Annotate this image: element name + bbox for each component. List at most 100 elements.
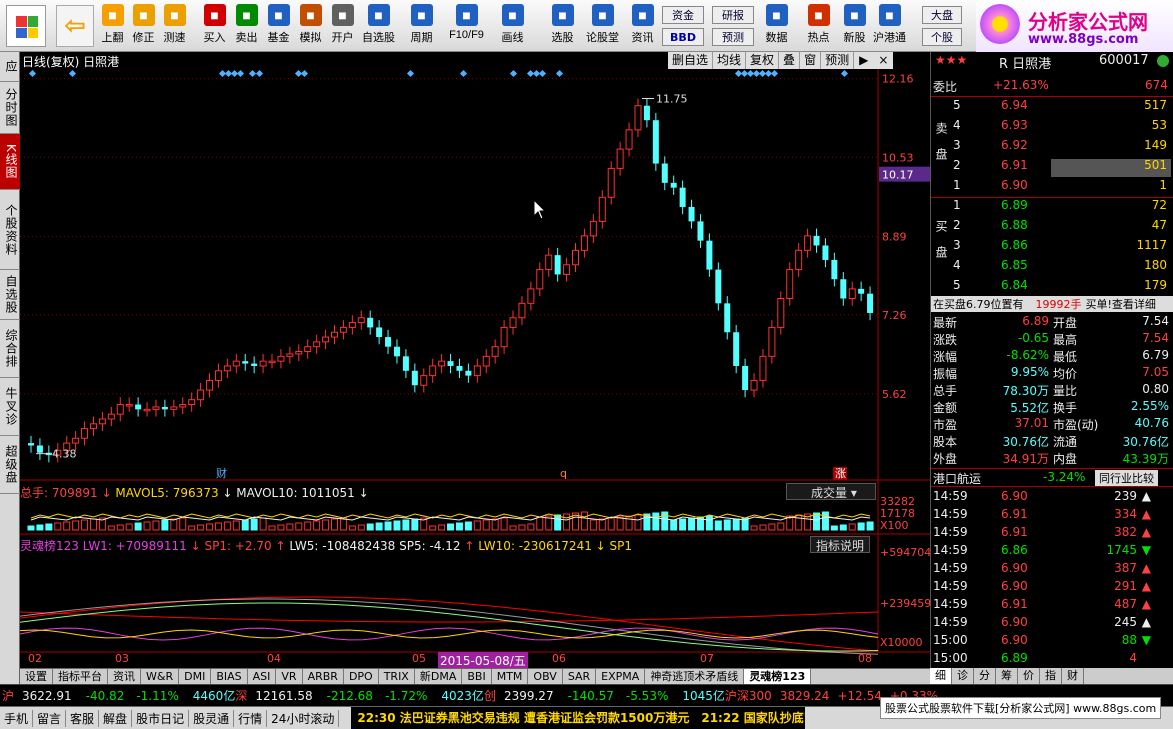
- indicator-tab[interactable]: 神奇逃顶术矛盾线: [645, 669, 745, 684]
- toolbar-star-button[interactable]: ■ 自选股: [362, 4, 395, 50]
- chart-btn-2[interactable]: 复权: [746, 52, 780, 69]
- toolbar-clock-button[interactable]: ■ 测速: [158, 4, 191, 50]
- nav-1[interactable]: 分时图: [0, 82, 20, 134]
- right-tab[interactable]: 财: [1062, 668, 1084, 684]
- single-stock-button[interactable]: 个股: [922, 28, 962, 46]
- indicator-tab[interactable]: VR: [276, 669, 303, 684]
- indicator-tab[interactable]: 灵魂榜123: [744, 669, 812, 684]
- indicator-tab[interactable]: DPO: [344, 669, 379, 684]
- indicator-explain-button[interactable]: 指标说明: [810, 536, 870, 553]
- sell-price[interactable]: 6.92: [1001, 138, 1028, 152]
- indicator-tab[interactable]: SAR: [563, 669, 597, 684]
- toolbar-buy-button[interactable]: ■ 买入: [198, 4, 231, 50]
- right-tab[interactable]: 细: [930, 668, 952, 684]
- right-tab[interactable]: 分: [974, 668, 996, 684]
- nav-2[interactable]: K线图: [0, 134, 20, 190]
- right-tab[interactable]: 价: [1018, 668, 1040, 684]
- toolbar-fund-button[interactable]: ■ 基金: [262, 4, 295, 50]
- toolbar-sell-button[interactable]: ■ 卖出: [230, 4, 263, 50]
- toolbar-lock-button[interactable]: ■ 开户: [326, 4, 359, 50]
- indicator-tab[interactable]: W&R: [141, 669, 180, 684]
- sector-name[interactable]: 港口航运: [933, 470, 981, 487]
- indicator-tab[interactable]: 设置: [20, 669, 53, 684]
- indicator-tab[interactable]: ASI: [248, 669, 277, 684]
- status-link[interactable]: 行情: [234, 709, 268, 727]
- toolbar-gavel-button[interactable]: ■ 模拟: [294, 4, 327, 50]
- bbd-button[interactable]: BBD: [662, 28, 704, 46]
- fund-button[interactable]: 资金: [662, 6, 704, 24]
- right-tab[interactable]: 诊: [952, 668, 974, 684]
- chart-btn-3[interactable]: 叠: [779, 52, 801, 69]
- right-tab[interactable]: 筹: [996, 668, 1018, 684]
- chart-btn-5[interactable]: 预测: [821, 52, 855, 69]
- status-link[interactable]: 解盘: [99, 709, 133, 727]
- start-button[interactable]: [6, 5, 46, 47]
- status-link[interactable]: 24小时滚动: [267, 709, 340, 727]
- toolbar-refresh-button[interactable]: ■ 修正: [127, 4, 160, 50]
- toolbar-info-button[interactable]: ■ 资讯: [626, 4, 659, 50]
- hs300-index[interactable]: 3829.24: [780, 689, 830, 703]
- indicator-tab[interactable]: TRIX: [379, 669, 415, 684]
- buy-price[interactable]: 6.88: [1001, 218, 1028, 232]
- indicator-tab[interactable]: DMI: [179, 669, 212, 684]
- ad-banner[interactable]: 股票公式股票软件下载[分析家公式网] www.88gs.com: [880, 697, 1162, 719]
- toolbar-fire-button[interactable]: ■ 热点: [802, 4, 835, 50]
- indicator-tab[interactable]: EXPMA: [596, 669, 646, 684]
- kline-chart[interactable]: 12.16 10.53 10.17 8.89 7.26 5.62 11.75 4.38 财 q 涨 3…: [20, 52, 930, 669]
- back-button[interactable]: ⇦: [56, 5, 94, 47]
- buy-price[interactable]: 6.89: [1001, 198, 1028, 212]
- indicator-tab[interactable]: 指标平台: [53, 669, 108, 684]
- toolbar-period-button[interactable]: ■ 周期: [405, 4, 438, 50]
- indicator-tab[interactable]: 资讯: [108, 669, 141, 684]
- toolbar-f10-button[interactable]: ■ F10/F9: [449, 4, 484, 50]
- toolbar-pen-button[interactable]: ■ 画线: [496, 4, 529, 50]
- close-icon[interactable]: ×: [873, 52, 893, 69]
- indicator-tab[interactable]: ARBR: [303, 669, 344, 684]
- indicator-tab[interactable]: OBV: [528, 669, 563, 684]
- market-button[interactable]: 大盘: [922, 6, 962, 24]
- toolbar-newstock-button[interactable]: ■ 新股: [838, 4, 871, 50]
- sell-price[interactable]: 6.94: [1001, 98, 1028, 112]
- nav-6[interactable]: 牛叉诊股: [0, 378, 20, 436]
- news-ticker-2[interactable]: 21:22 国家队抄底"7: [695, 707, 806, 729]
- chart-btn-4[interactable]: 窗: [800, 52, 822, 69]
- sell-price[interactable]: 6.91: [1001, 158, 1028, 172]
- toolbar-forum-button[interactable]: ■ 论股堂: [586, 4, 619, 50]
- toolbar-hk-button[interactable]: ■ 沪港通: [873, 4, 906, 50]
- order-notice[interactable]: 在买盘6.79位置有 19992手 买单!查看详细: [931, 296, 1173, 312]
- forecast-button[interactable]: 预测: [712, 28, 754, 46]
- nav-3[interactable]: 个股资料: [0, 190, 20, 270]
- nav-0[interactable]: 应用: [0, 52, 20, 82]
- nav-5[interactable]: 综合排名: [0, 320, 20, 378]
- status-link[interactable]: 股市日记: [132, 709, 190, 727]
- compare-button[interactable]: 同行业比较: [1095, 470, 1158, 486]
- indicator-tab[interactable]: MTM: [492, 669, 529, 684]
- cy-index[interactable]: 2399.27: [504, 689, 554, 703]
- indicator-tab[interactable]: BBI: [462, 669, 492, 684]
- toolbar-select-button[interactable]: ■ 选股: [546, 4, 579, 50]
- buy-price[interactable]: 6.86: [1001, 238, 1028, 252]
- news-ticker-1[interactable]: 22:30 法巴证券黑池交易违规 遭香港证监会罚款1500万港元: [351, 707, 696, 729]
- research-button[interactable]: 研报: [712, 6, 754, 24]
- sell-price[interactable]: 6.93: [1001, 118, 1028, 132]
- status-link[interactable]: 手机: [0, 709, 34, 727]
- status-link[interactable]: 留言: [33, 709, 67, 727]
- toolbar-arrow-up-button[interactable]: ■ 上翻: [96, 4, 129, 50]
- indicator-tab[interactable]: 新DMA: [415, 669, 463, 684]
- sz-index[interactable]: 12161.58: [255, 689, 312, 703]
- nav-7[interactable]: 超级盘口: [0, 436, 20, 494]
- status-link[interactable]: 客服: [66, 709, 100, 727]
- status-link[interactable]: 股灵通: [189, 709, 235, 727]
- nav-4[interactable]: 自选股: [0, 270, 20, 320]
- toolbar-data-button[interactable]: ■ 数据: [760, 4, 793, 50]
- pin-icon[interactable]: ▶: [854, 52, 873, 69]
- buy-price[interactable]: 6.85: [1001, 258, 1028, 272]
- buy-price[interactable]: 6.84: [1001, 278, 1028, 292]
- indicator-tab[interactable]: BIAS: [211, 669, 248, 684]
- vol-indicator-select[interactable]: 成交量 ▾: [786, 483, 876, 500]
- sell-price[interactable]: 6.90: [1001, 178, 1028, 192]
- sh-index[interactable]: 3622.91: [22, 689, 72, 703]
- chart-btn-1[interactable]: 均线: [713, 52, 747, 69]
- chart-btn-0[interactable]: 删自选: [668, 52, 714, 69]
- right-tab[interactable]: 指: [1040, 668, 1062, 684]
